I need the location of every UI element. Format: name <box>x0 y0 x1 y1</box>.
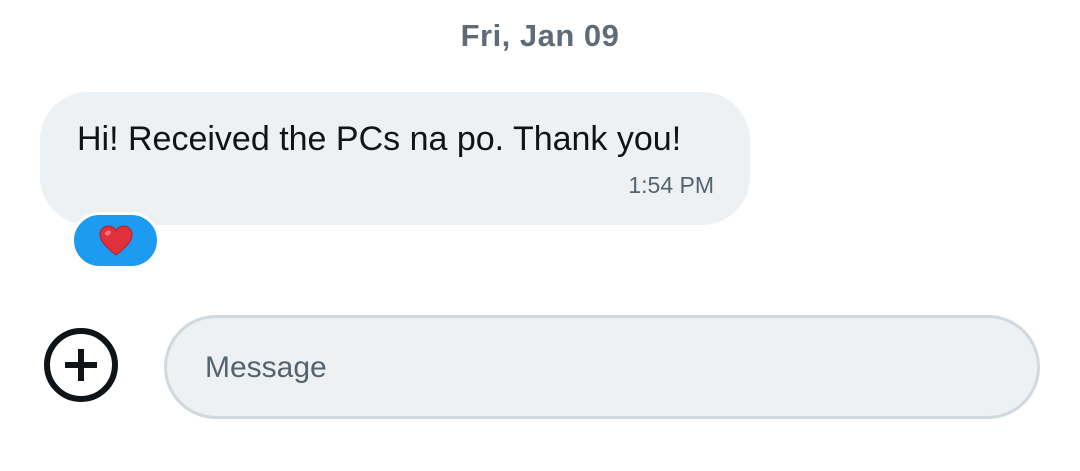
plus-circle-icon <box>65 349 97 381</box>
heart-emoji-icon <box>98 224 134 257</box>
message-text: Hi! Received the PCs na po. Thank you! <box>77 120 682 158</box>
add-attachment-button[interactable] <box>44 328 118 402</box>
message-timestamp: 1:54 PM <box>628 172 714 198</box>
message-composer[interactable] <box>164 315 1040 419</box>
message-bubble[interactable]: Hi! Received the PCs na po. Thank you! 1… <box>40 92 750 225</box>
message-input[interactable] <box>203 340 1007 396</box>
reaction-badge[interactable] <box>71 212 160 269</box>
date-divider: Fri, Jan 09 <box>460 18 620 53</box>
